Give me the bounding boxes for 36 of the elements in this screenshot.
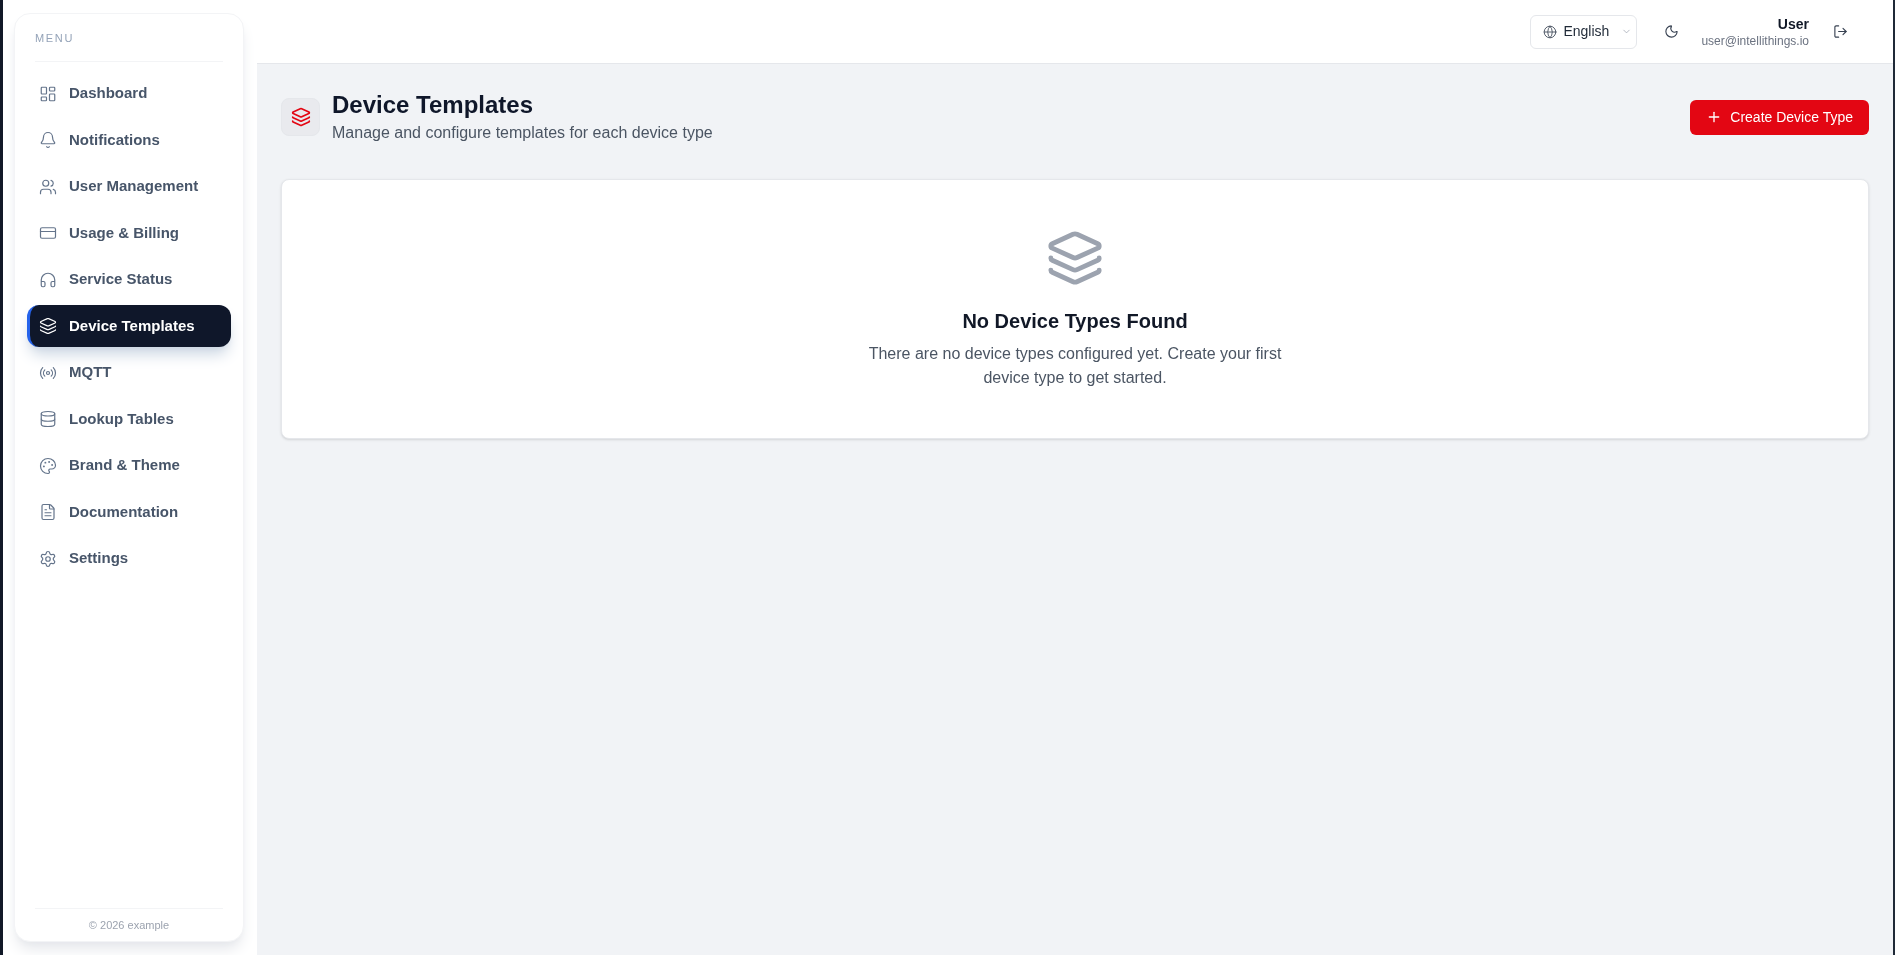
sidebar-item[interactable]: Lookup Tables <box>27 398 231 440</box>
sidebar-item[interactable]: Settings <box>27 537 231 580</box>
headphones-icon <box>39 270 57 289</box>
document-icon <box>39 503 57 521</box>
layers-icon <box>1046 229 1104 287</box>
language-select[interactable]: English <box>1530 14 1638 49</box>
layers-icon <box>39 317 57 335</box>
bell-icon <box>39 131 57 149</box>
sidebar-item[interactable]: Documentation <box>27 491 231 533</box>
sidebar-item[interactable]: Notifications <box>27 119 231 161</box>
settings-icon <box>39 549 57 568</box>
user-email: user@intellithings.io <box>1701 32 1809 49</box>
sidebar-item[interactable]: Dashboard <box>27 72 231 115</box>
create-device-type-button[interactable]: Create Device Type <box>1690 99 1869 135</box>
sidebar-item[interactable]: Brand & Theme <box>27 444 231 487</box>
users-icon <box>39 177 57 196</box>
copyright-text: © 2026 example <box>88 917 170 933</box>
menu-heading: MENU <box>35 31 75 46</box>
layers-icon <box>281 98 320 136</box>
sidebar-item[interactable]: MQTT <box>27 351 231 394</box>
page-title: Device Templates <box>332 90 534 120</box>
credit-card-icon <box>39 224 57 242</box>
page-subtitle: Manage and configure templates for each device type <box>332 123 713 143</box>
sidebar-item[interactable]: User Management <box>27 165 231 208</box>
sidebar-item[interactable]: Service Status <box>27 258 231 301</box>
database-icon <box>39 410 57 428</box>
sidebar-item[interactable]: Device Templates <box>27 305 231 347</box>
globe-icon <box>1543 24 1558 39</box>
empty-state-title: No Device Types Found <box>962 309 1188 334</box>
moon-icon <box>1663 24 1679 39</box>
palette-icon <box>39 456 57 475</box>
logout-icon <box>1832 24 1848 39</box>
empty-state-message: There are no device types configured yet. Create your first device type to get started. <box>867 344 1283 388</box>
sidebar-item[interactable]: Usage & Billing <box>27 212 231 254</box>
user-name: User <box>1777 14 1809 33</box>
dashboard-grid-icon <box>39 84 57 103</box>
